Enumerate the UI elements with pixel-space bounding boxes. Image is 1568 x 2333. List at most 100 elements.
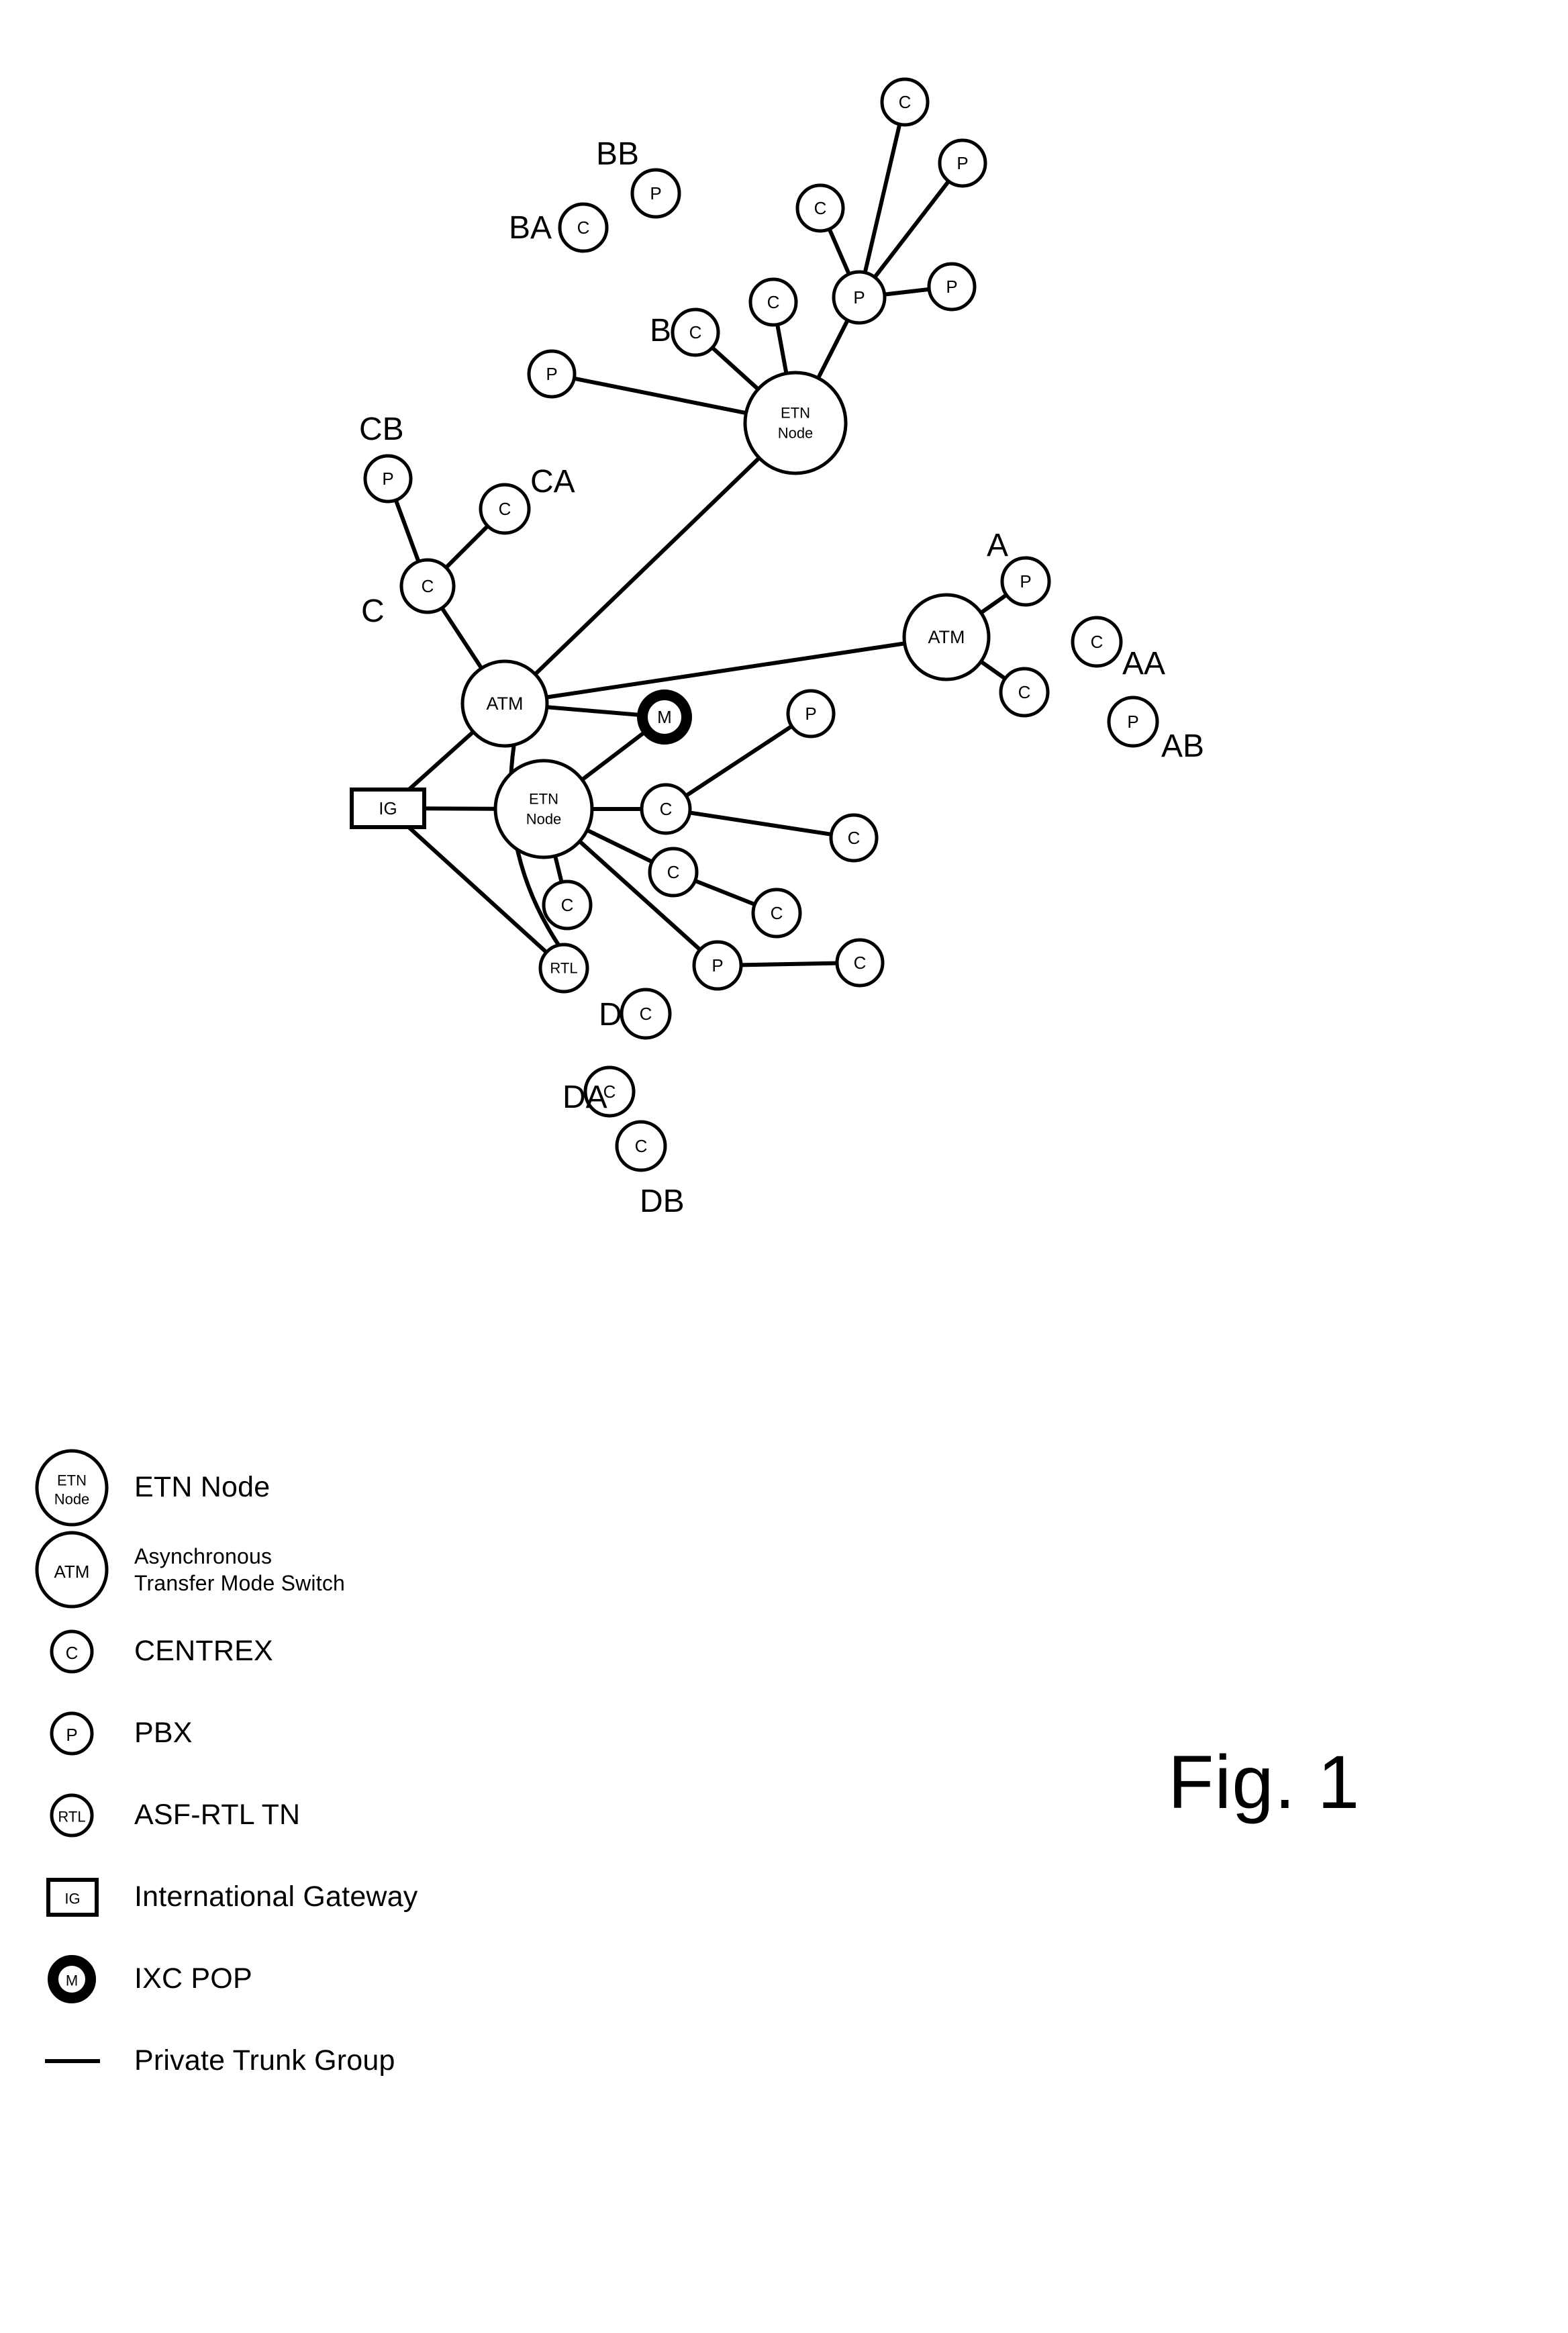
- node-c_ba[interactable]: C: [558, 202, 609, 253]
- legend-label: International Gateway: [134, 1880, 418, 1913]
- legend-item-trunk-line: Private Trunk Group: [27, 2020, 799, 2102]
- node-c_f6[interactable]: C: [542, 879, 593, 931]
- node-etn_mid[interactable]: ETN Node: [493, 759, 594, 859]
- annotation-ann_c: C: [361, 593, 385, 629]
- node-label: C: [422, 576, 434, 596]
- legend-item-ixc-pop: M IXC POP: [27, 1938, 799, 2020]
- node-c_top3[interactable]: C: [748, 277, 798, 327]
- node-label: P: [805, 704, 816, 724]
- node-pop_m[interactable]: M: [637, 689, 692, 745]
- atm-circle-icon: ATM: [27, 1530, 134, 1609]
- annotation-ann_aa: AA: [1122, 646, 1165, 681]
- ixc-pop-circle-icon: M: [27, 1949, 134, 2009]
- node-label: C: [635, 1136, 648, 1156]
- node-shape: [743, 371, 848, 475]
- node-label: C: [899, 92, 912, 112]
- annotation-ann_ca: CA: [530, 464, 575, 499]
- node-label: P: [1020, 571, 1031, 591]
- node-p_left[interactable]: P: [527, 349, 577, 399]
- node-p_f2[interactable]: P: [692, 940, 743, 991]
- annotation-ann_a: A: [987, 528, 1008, 563]
- trunk-link: [882, 287, 932, 297]
- trunk-link: [738, 961, 840, 967]
- trunk-link: [816, 318, 850, 381]
- node-etn_top[interactable]: ETN Node: [743, 371, 848, 475]
- legend: ETN Node ETN Node ATM Asynchronous Trans…: [27, 1447, 799, 2102]
- node-shape: [493, 759, 594, 859]
- links-layer: [393, 122, 1009, 967]
- node-label: C: [689, 322, 702, 342]
- node-p_hub[interactable]: P: [832, 270, 887, 325]
- trunk-link: [440, 606, 484, 671]
- etn-node-circle-icon: ETN Node: [27, 1448, 134, 1527]
- trunk-link: [979, 593, 1009, 615]
- legend-item-rtl: RTL ASF-RTL TN: [27, 1774, 799, 1856]
- node-label: C: [814, 198, 827, 218]
- node-p_top2[interactable]: P: [927, 262, 977, 312]
- node-c_aa[interactable]: C: [1071, 616, 1123, 668]
- annotation-ann_bb: BB: [596, 136, 639, 172]
- legend-label: ASF-RTL TN: [134, 1799, 301, 1831]
- svg-text:IG: IG: [64, 1891, 80, 1907]
- node-ig[interactable]: IG: [350, 788, 426, 829]
- trunk-link: [827, 227, 851, 277]
- node-c_f4[interactable]: C: [751, 888, 802, 939]
- node-c_a2[interactable]: C: [999, 667, 1050, 718]
- node-label: C: [561, 895, 574, 915]
- trunk-link: [693, 878, 757, 907]
- node-p_top1[interactable]: P: [938, 138, 987, 188]
- node-c_f3[interactable]: C: [648, 847, 699, 898]
- svg-text:ATM: ATM: [54, 1562, 90, 1582]
- node-c_c[interactable]: C: [399, 558, 456, 614]
- trunk-link: [393, 497, 421, 564]
- node-label: C: [767, 292, 780, 312]
- node-p_ab[interactable]: P: [1107, 696, 1159, 748]
- legend-item-pbx: P PBX: [27, 1693, 799, 1774]
- node-label: P: [957, 153, 968, 173]
- node-label: C: [577, 218, 590, 238]
- node-c_f1[interactable]: C: [640, 783, 692, 835]
- network-diagram: ETN Node ETN Node ATM ATM M IG RTL C P C P P C C P C P P C C P…: [350, 77, 1204, 1219]
- svg-text:ETN: ETN: [57, 1472, 87, 1489]
- node-c_ca[interactable]: C: [479, 483, 531, 535]
- node-label: Node: [778, 425, 814, 442]
- nodes-layer: ETN Node ETN Node ATM ATM M IG RTL C P C P P C C P C P P C C P…: [350, 77, 1159, 1172]
- trunk-link: [873, 179, 951, 279]
- node-c_d[interactable]: C: [620, 988, 672, 1040]
- figure-root: ETN Node ETN Node ATM ATM M IG RTL C P C P P C C P C P P C C P…: [0, 0, 1568, 2333]
- node-atm_left[interactable]: ATM: [460, 659, 549, 748]
- legend-item-etn-node: ETN Node ETN Node: [27, 1447, 799, 1529]
- trunk-link: [572, 376, 748, 416]
- ig-box-icon: IG: [27, 1867, 134, 1927]
- node-label: P: [546, 364, 557, 384]
- annotation-ann_db: DB: [640, 1184, 685, 1219]
- svg-text:P: P: [66, 1725, 77, 1745]
- node-label: C: [640, 1004, 652, 1024]
- node-p_f1[interactable]: P: [786, 689, 836, 739]
- trunk-link: [407, 730, 476, 792]
- trunk-link: [687, 810, 834, 837]
- node-label: C: [771, 903, 783, 923]
- node-c_f5[interactable]: C: [835, 938, 885, 988]
- node-c_db[interactable]: C: [615, 1120, 667, 1172]
- node-c_top2[interactable]: C: [795, 183, 845, 233]
- node-c_f2[interactable]: C: [829, 813, 879, 863]
- node-c_b[interactable]: C: [671, 307, 720, 357]
- node-label: C: [499, 499, 511, 519]
- node-c_top1[interactable]: C: [880, 77, 930, 127]
- node-atm_right[interactable]: ATM: [902, 593, 991, 681]
- trunk-link: [684, 724, 794, 798]
- node-p_a[interactable]: P: [1000, 556, 1051, 607]
- node-p_cb[interactable]: P: [363, 454, 413, 504]
- legend-label: IXC POP: [134, 1962, 252, 1995]
- node-rtl[interactable]: RTL: [538, 943, 589, 994]
- node-p_bb[interactable]: P: [630, 168, 681, 219]
- node-label: P: [712, 955, 723, 975]
- node-label: Node: [526, 811, 562, 828]
- trunk-link: [710, 345, 761, 391]
- trunk-link: [553, 853, 564, 885]
- node-label: RTL: [550, 960, 577, 977]
- annotation-ann_cb: CB: [359, 412, 404, 447]
- node-label: C: [848, 828, 861, 848]
- centrex-circle-icon: C: [27, 1621, 134, 1682]
